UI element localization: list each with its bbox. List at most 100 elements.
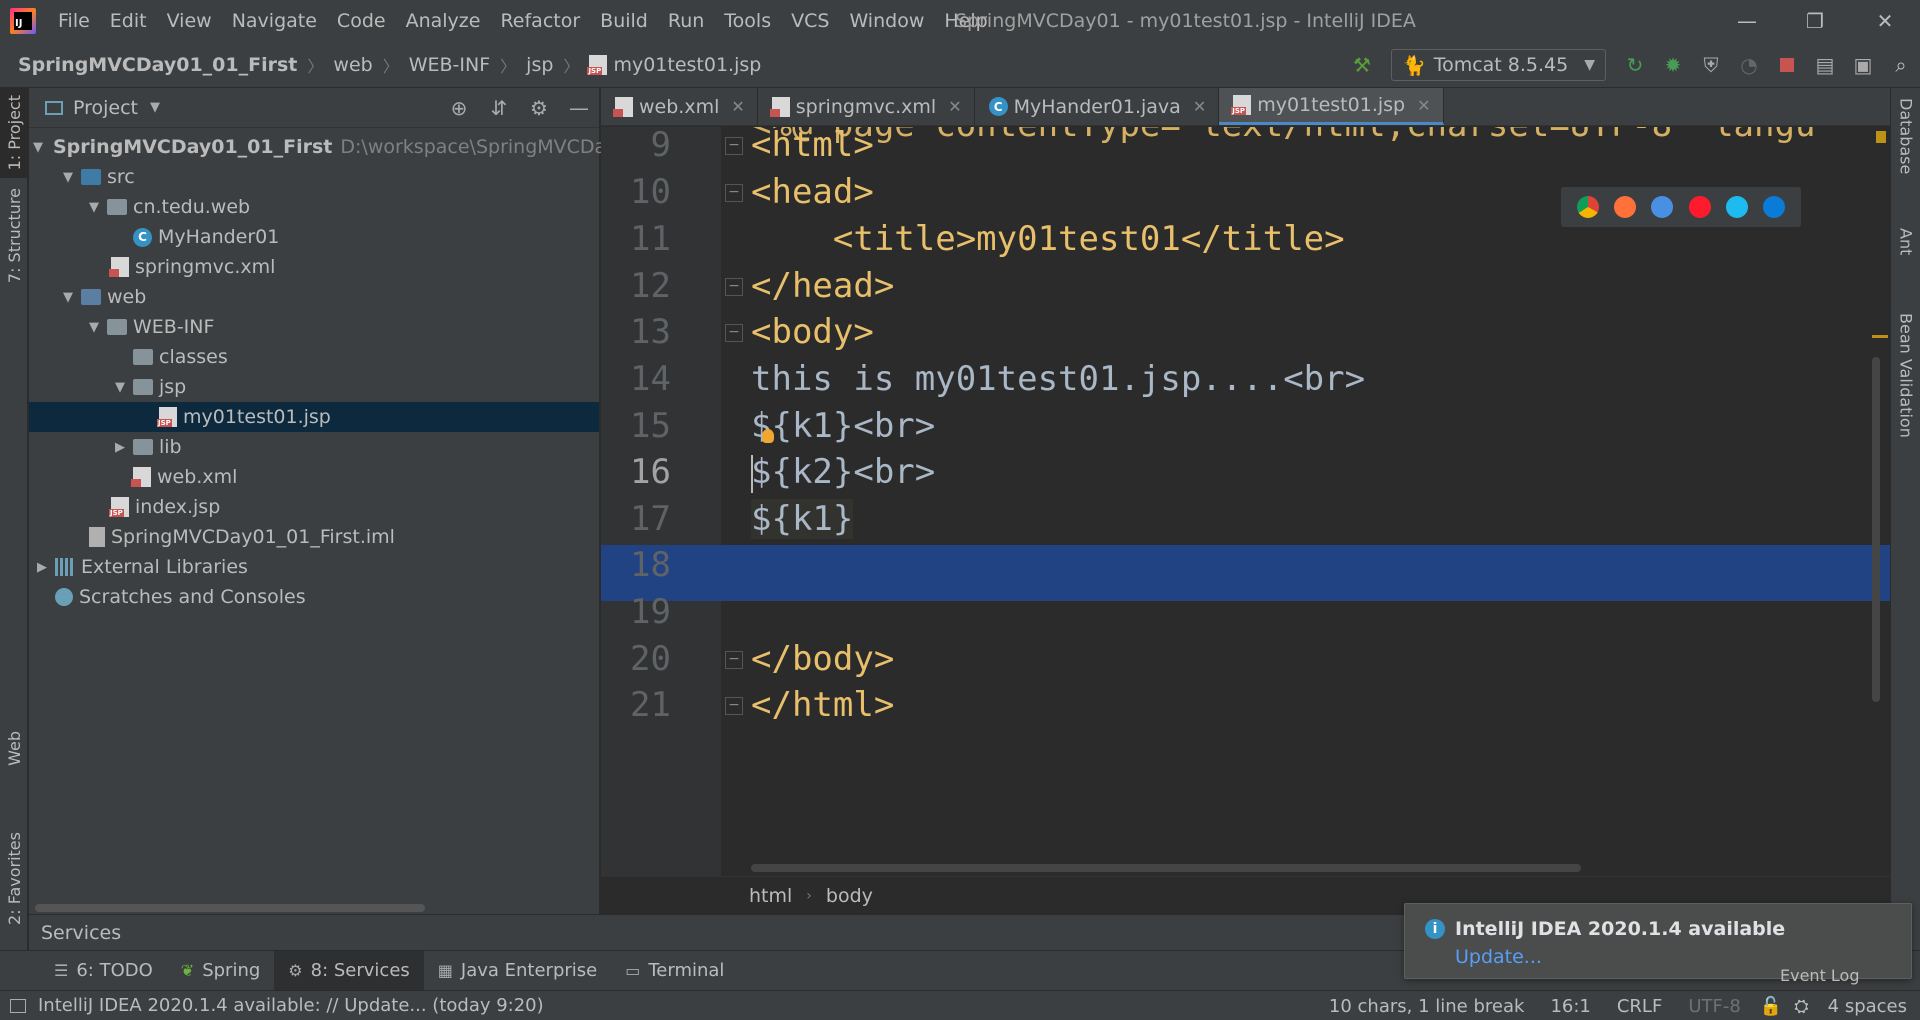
tab-structure[interactable]: 7: Structure [0,186,28,286]
vertical-scrollbar[interactable] [1872,357,1880,702]
tab-web[interactable]: Web [0,718,28,778]
tree-item-jsp[interactable]: ▼ jsp [29,372,599,402]
tree-item-package[interactable]: ▼ cn.tedu.web [29,192,599,222]
status-line-separator[interactable]: CRLF [1604,996,1675,1017]
tool-button-services[interactable]: ⚙ 8: Services [274,950,424,991]
tree-item-src[interactable]: ▼ src [29,162,599,192]
fold-marker-icon[interactable]: − [725,184,743,202]
expanded-arrow-icon[interactable]: ▼ [59,170,77,185]
safari-icon[interactable] [1651,196,1674,218]
status-encoding[interactable]: UTF-8 [1675,996,1753,1017]
error-stripe-mark[interactable] [1872,335,1888,338]
collapsed-arrow-icon[interactable]: ▶ [111,440,129,455]
crumb-html[interactable]: html [749,885,792,907]
hide-panel-icon[interactable]: — [559,96,599,120]
menu-analyze[interactable]: Analyze [396,0,491,42]
gear-icon[interactable]: ⚙ [519,96,559,120]
firefox-icon[interactable] [1613,196,1636,218]
expanded-arrow-icon[interactable]: ▼ [33,140,43,155]
tool-button-spring[interactable]: ❦ Spring [167,951,275,991]
services-title[interactable]: Services [41,922,121,944]
event-log-button[interactable]: Event Log [1780,966,1860,985]
tree-item-classes[interactable]: classes [29,342,599,372]
project-structure-icon[interactable]: ▤ [1806,42,1844,88]
minimize-button[interactable]: — [1712,0,1782,42]
tab-ant[interactable]: Ant [1891,228,1920,255]
edge-icon[interactable] [1763,196,1786,218]
opera-icon[interactable] [1688,196,1711,218]
tool-windows-icon[interactable] [10,998,26,1013]
tree-item-project-root[interactable]: ▼ SpringMVCDay01_01_First D:\workspace\S… [29,132,630,162]
debug-icon[interactable]: ✹ [1654,42,1692,88]
tab-project[interactable]: 1: Project [0,88,28,178]
editor-tab-web-xml[interactable]: web.xml ✕ [601,88,758,125]
menu-view[interactable]: View [157,0,222,42]
status-message[interactable]: IntelliJ IDEA 2020.1.4 available: // Upd… [38,995,544,1016]
rerun-icon[interactable]: ↻ [1616,42,1654,88]
breadcrumb-jsp[interactable]: jsp [526,54,553,76]
breadcrumb-web-inf[interactable]: WEB-INF [409,54,490,76]
search-everywhere-icon[interactable]: ⌕ [1882,42,1920,88]
close-tab-icon[interactable]: ✕ [948,97,961,116]
tree-item-scratches[interactable]: Scratches and Consoles [29,582,599,612]
tree-item-springmvc-xml[interactable]: springmvc.xml [29,252,599,282]
lock-icon[interactable]: 🔓 [1754,996,1788,1017]
menu-run[interactable]: Run [658,0,714,42]
dropdown-arrow-icon[interactable]: ▼ [150,100,160,115]
menu-code[interactable]: Code [327,0,396,42]
menu-refactor[interactable]: Refactor [490,0,590,42]
fold-marker-icon[interactable]: − [725,278,743,296]
close-tab-icon[interactable]: ✕ [1193,97,1206,116]
internet-explorer-icon[interactable] [1725,196,1748,218]
build-hammer-icon[interactable]: ⚒ [1343,42,1381,88]
run-configuration-select[interactable]: 🐈 Tomcat 8.5.45 ▼ [1391,49,1606,81]
tree-item-external-libraries[interactable]: ▶ External Libraries [29,552,599,582]
tree-item-web[interactable]: ▼ web [29,282,599,312]
project-panel-title[interactable]: Project [73,97,138,119]
breadcrumb-project[interactable]: SpringMVCDay01_01_First [18,54,297,76]
tree-item-web-xml[interactable]: web.xml [29,462,599,492]
tree-item-web-inf[interactable]: ▼ WEB-INF [29,312,599,342]
code-editor[interactable]: <%@ page contentType="text/html;charset=… [601,127,1890,876]
close-window-button[interactable]: ✕ [1850,0,1920,42]
expanded-arrow-icon[interactable]: ▼ [111,380,129,395]
stop-icon[interactable] [1768,42,1806,88]
fold-marker-icon[interactable]: − [725,651,743,669]
inspector-icon[interactable]: ⛭ [1788,996,1814,1017]
profiler-icon[interactable]: ◔ [1730,42,1768,88]
close-tab-icon[interactable]: ✕ [1417,96,1430,115]
expanded-arrow-icon[interactable]: ▼ [85,200,103,215]
status-indent[interactable]: 4 spaces [1815,996,1920,1017]
horizontal-scrollbar[interactable] [751,864,1581,872]
tool-button-java-enterprise[interactable]: ▦ Java Enterprise [424,951,611,991]
coverage-icon[interactable]: ⛨ [1692,42,1730,88]
lightbulb-icon[interactable] [762,429,774,443]
breadcrumb-web[interactable]: web [333,54,372,76]
menu-file[interactable]: File [48,0,100,42]
editor-tab-my01test01-jsp[interactable]: my01test01.jsp ✕ [1219,88,1444,125]
tool-button-todo[interactable]: ☰ 6: TODO [40,951,167,991]
restore-button[interactable]: ❐ [1780,0,1850,42]
tree-item-class[interactable]: C MyHander01 [29,222,599,252]
tab-database[interactable]: Database [1891,98,1920,174]
menu-tools[interactable]: Tools [714,0,781,42]
tree-item-lib[interactable]: ▶ lib [29,432,599,462]
crumb-body[interactable]: body [826,885,873,907]
tab-favorites[interactable]: 2: Favorites [0,828,28,928]
tab-bean-validation[interactable]: Bean Validation [1891,313,1920,438]
status-position[interactable]: 16:1 [1537,996,1603,1017]
fold-marker-icon[interactable]: − [725,137,743,155]
editor-tab-myhander01-java[interactable]: C MyHander01.java ✕ [975,88,1220,125]
collapsed-arrow-icon[interactable]: ▶ [33,560,51,575]
warning-marker-icon[interactable] [1876,131,1886,143]
breadcrumb-file[interactable]: my01test01.jsp [613,54,761,76]
horizontal-scrollbar[interactable] [35,904,425,912]
menu-edit[interactable]: Edit [100,0,157,42]
expanded-arrow-icon[interactable]: ▼ [85,320,103,335]
chrome-icon[interactable] [1576,196,1599,218]
menu-window[interactable]: Window [839,0,934,42]
editor-tab-springmvc-xml[interactable]: springmvc.xml ✕ [758,88,975,125]
terminal-window-icon[interactable]: ▣ [1844,42,1882,88]
menu-build[interactable]: Build [590,0,658,42]
fold-marker-icon[interactable]: − [725,324,743,342]
